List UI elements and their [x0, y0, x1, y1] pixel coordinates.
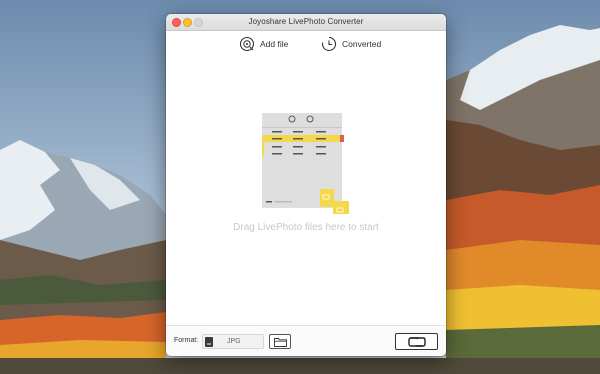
- converted-button[interactable]: Converted: [321, 35, 381, 53]
- format-value: JPG: [227, 338, 241, 345]
- bottom-bar: Format: JPG: [166, 325, 446, 356]
- convert-button[interactable]: [395, 333, 438, 350]
- format-label: Format:: [174, 337, 199, 344]
- title-bar: Joyoshare LivePhoto Converter: [166, 14, 446, 31]
- window-title: Joyoshare LivePhoto Converter: [248, 17, 364, 26]
- add-file-icon: [239, 36, 255, 52]
- convert-icon: [408, 337, 426, 347]
- toolbar: Add file Converted: [166, 31, 446, 57]
- add-file-button[interactable]: Add file: [239, 35, 288, 53]
- folder-icon: [274, 338, 287, 347]
- jpg-file-icon: [205, 337, 213, 347]
- drop-area[interactable]: Drag LivePhoto files here to start: [166, 57, 446, 325]
- converted-label: Converted: [342, 39, 382, 49]
- clock-icon: [321, 36, 337, 52]
- add-file-label: Add file: [260, 39, 289, 49]
- livephoto-drop-illustration: [262, 113, 349, 214]
- app-window: Joyoshare LivePhoto Converter Add file C…: [166, 14, 446, 356]
- drop-hint: Drag LivePhoto files here to start: [233, 222, 379, 233]
- format-select[interactable]: JPG: [202, 334, 264, 349]
- output-folder-button[interactable]: [269, 334, 291, 349]
